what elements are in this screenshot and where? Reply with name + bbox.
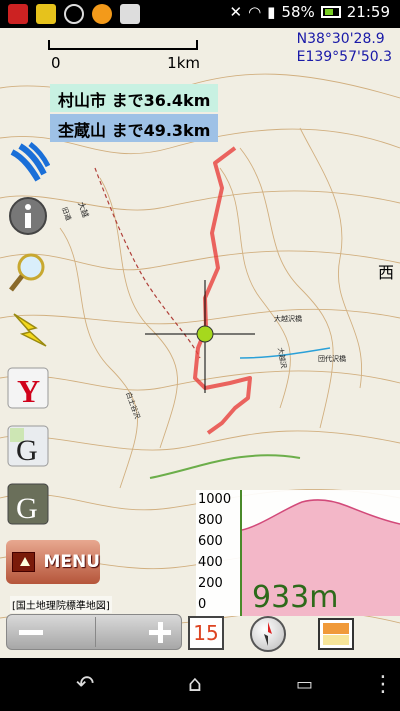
clock: 21:59	[346, 3, 390, 21]
coordinates-readout: N38°30'28.9 E139°57'50.3	[297, 30, 392, 66]
position-marker	[196, 325, 214, 343]
layer-button[interactable]	[318, 618, 354, 650]
compass-button[interactable]	[250, 616, 286, 652]
label-old-road: 旧道	[60, 206, 73, 222]
battery-icon	[320, 6, 341, 18]
yahoo-map-button[interactable]: Y	[6, 366, 50, 410]
bluetooth-muted-icon: ✕	[229, 3, 243, 21]
search-icon	[9, 253, 45, 292]
scale-bar: 0 1km	[48, 36, 200, 72]
monkey-icon	[36, 4, 56, 24]
google-map-button[interactable]: G	[6, 424, 50, 468]
notification-icons	[8, 4, 140, 24]
label-dandai-bridge: 団代沢橋	[318, 354, 346, 363]
menu-button[interactable]: MENU	[6, 540, 100, 584]
current-elevation: 933m	[252, 580, 339, 615]
app-icon	[8, 4, 28, 24]
menu-label: MENU	[43, 552, 100, 572]
scale-distance-label: 1km	[167, 54, 200, 72]
map-view[interactable]: 大越 大越沢橋 大越沢 団代沢橋 白土谷沢 旧道 西 0 1km N38°30'…	[0, 28, 400, 658]
lightning-button[interactable]	[6, 308, 50, 352]
home-icon[interactable]: ⌂	[188, 672, 202, 697]
longitude: E139°57'50.3	[296, 49, 392, 65]
trail-path	[94, 167, 201, 359]
system-nav-bar: ↶ ⌂ ▭ ⋮	[0, 658, 400, 711]
compass-icon	[264, 622, 272, 646]
info-button[interactable]	[6, 194, 50, 238]
google-maps-icon: G	[7, 425, 49, 467]
overflow-menu-icon[interactable]: ⋮	[372, 672, 394, 697]
zoom-level-indicator[interactable]: 15	[188, 616, 224, 650]
info-icon	[9, 197, 47, 235]
label-shirotsuchi: 白土谷沢	[124, 391, 142, 420]
scale-zero-label: 0	[51, 54, 61, 72]
system-icons: ✕ ◠ ▮ 58% 21:59	[229, 3, 390, 21]
status-bar: ✕ ◠ ▮ 58% 21:59	[0, 0, 400, 28]
elev-tick: 1000	[198, 492, 232, 507]
label-daiyetsu: 大越	[76, 200, 91, 218]
elev-tick: 600	[198, 534, 223, 549]
latitude: N38°30'28.9	[296, 31, 385, 47]
zoom-control	[6, 614, 182, 650]
label-daiyetsu-bridge: 大越沢橋	[274, 314, 302, 323]
lightning-icon	[13, 313, 47, 347]
avast-icon	[92, 4, 112, 24]
google-satellite-button[interactable]: G	[6, 482, 50, 526]
zoom-out-button[interactable]	[7, 615, 95, 649]
back-icon[interactable]: ↶	[76, 672, 94, 697]
distance-to-mokuzo[interactable]: 杢蔵山 まで49.3km	[50, 114, 219, 142]
zoom-in-button[interactable]	[96, 615, 183, 649]
elevation-position-line	[240, 490, 242, 616]
distance-to-murayama[interactable]: 村山市 まで36.4km	[50, 84, 219, 112]
warning-icon	[12, 552, 36, 572]
wifi-icon: ◠	[248, 3, 262, 21]
recents-icon[interactable]: ▭	[296, 674, 313, 695]
svg-text:G: G	[16, 492, 38, 525]
ski-resort-button[interactable]	[6, 140, 51, 184]
signal-icon: ▮	[267, 3, 276, 21]
google-satellite-icon: G	[7, 483, 49, 525]
elev-tick: 400	[198, 555, 223, 570]
ski-resort-icon	[10, 142, 51, 182]
elev-tick: 0	[198, 597, 207, 612]
gps-track	[193, 146, 252, 435]
search-button[interactable]	[6, 250, 50, 294]
yahoo-icon: Y	[7, 367, 49, 409]
road	[149, 454, 301, 479]
svg-text:G: G	[16, 434, 38, 467]
minus-icon	[19, 630, 43, 635]
svg-text:Y: Y	[17, 373, 40, 409]
elevation-profile: 1000 800 600 400 200 0 933m	[196, 490, 400, 616]
elev-tick: 200	[198, 576, 223, 591]
label-daiyetsu-sawa: 大越沢	[276, 347, 289, 369]
clipboard-icon	[120, 4, 140, 24]
map-source-label: [国土地理院標準地図]	[10, 596, 112, 613]
elev-tick: 800	[198, 513, 223, 528]
map-side-char: 西	[378, 263, 394, 282]
battery-percent: 58%	[281, 3, 315, 21]
crosshair-icon	[64, 4, 84, 24]
